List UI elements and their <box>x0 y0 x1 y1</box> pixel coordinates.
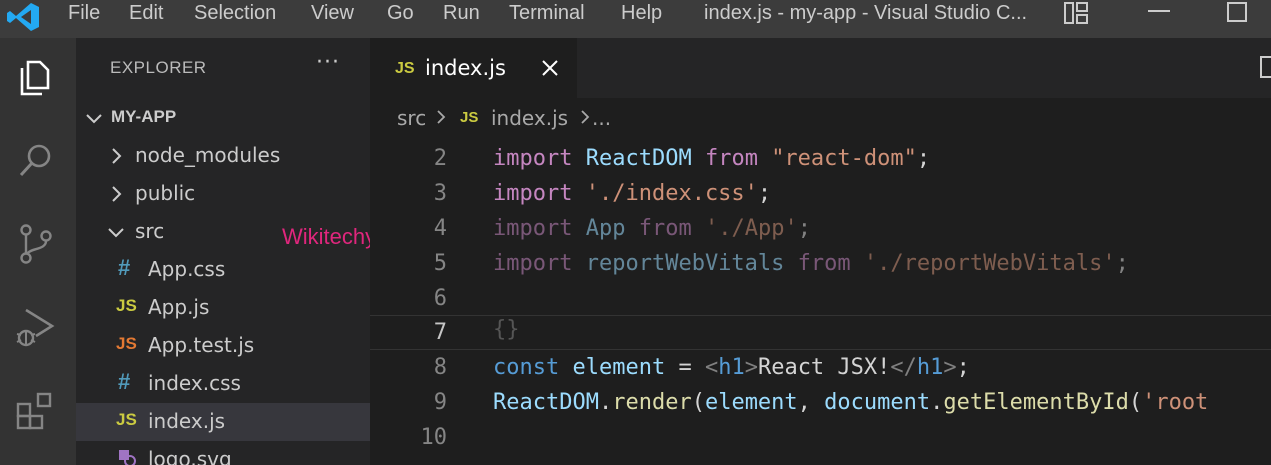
line-number: 4 <box>433 216 447 241</box>
line-number: 9 <box>433 390 447 415</box>
code-line: 3 import './index.css'; <box>370 177 1271 212</box>
js-file-icon: JS <box>395 60 415 77</box>
menu-view[interactable]: View <box>311 0 354 26</box>
tree-item-app-css[interactable]: # App.css <box>76 251 370 289</box>
svg-file-icon <box>119 450 136 465</box>
tree-item-label: src <box>135 219 165 243</box>
close-icon[interactable] <box>540 58 560 78</box>
breadcrumb-folder[interactable]: src <box>397 106 426 130</box>
ghost-brace: {} <box>493 317 520 342</box>
chevron-down-icon <box>108 228 124 238</box>
code-line: 2 import ReactDOM from "react-dom"; <box>370 142 1271 177</box>
extensions-icon[interactable] <box>12 386 60 434</box>
code-editor[interactable]: 2 import ReactDOM from "react-dom"; 3 im… <box>370 136 1271 465</box>
js-file-icon: JS <box>116 410 137 429</box>
tab-label: index.js <box>425 56 506 80</box>
line-code: import ReactDOM from "react-dom"; <box>493 146 931 171</box>
chevron-down-icon <box>86 114 102 124</box>
code-line: 4 import App from './App'; <box>370 212 1271 247</box>
menu-terminal[interactable]: Terminal <box>509 0 585 26</box>
customize-layout-icon[interactable] <box>1063 1 1089 25</box>
line-code: const element = <h1>React JSX!</h1>; <box>493 355 970 380</box>
css-file-icon: # <box>118 255 131 280</box>
vscode-logo-icon <box>7 3 39 31</box>
code-line: 6 <box>370 282 1271 317</box>
menu-help[interactable]: Help <box>621 0 662 26</box>
tree-item-index-css[interactable]: # index.css <box>76 365 370 403</box>
tree-item-index-js[interactable]: JS index.js <box>76 403 370 441</box>
line-number: 8 <box>433 355 447 380</box>
tree-item-label: index.css <box>148 371 241 395</box>
line-number: 6 <box>433 286 447 311</box>
code-line: 8 const element = <h1>React JSX!</h1>; <box>370 351 1271 386</box>
menu-go[interactable]: Go <box>387 0 414 26</box>
menu-run[interactable]: Run <box>443 0 480 26</box>
line-code: ReactDOM.render(element, document.getEle… <box>493 390 1209 415</box>
code-line: 9 ReactDOM.render(element, document.getE… <box>370 386 1271 421</box>
tree-item-node-modules[interactable]: node_modules <box>76 137 370 175</box>
tree-item-label: App.js <box>148 295 210 319</box>
tree-item-label: App.test.js <box>148 333 255 357</box>
line-number: 5 <box>433 251 447 276</box>
chevron-right-icon <box>581 110 590 124</box>
partial-line-1 <box>493 136 745 139</box>
code-line-current: 7 {} <box>370 315 1271 350</box>
tree-root-my-app[interactable]: MY-APP <box>76 99 370 137</box>
window-title: index.js - my-app - Visual Studio C... <box>704 2 1028 24</box>
source-control-icon[interactable] <box>12 220 60 268</box>
more-actions-icon[interactable]: ··· <box>316 50 340 75</box>
explorer-title: EXPLORER <box>110 58 207 77</box>
title-bar: File Edit Selection View Go Run Terminal… <box>0 0 1271 38</box>
js-file-icon: JS <box>116 296 137 315</box>
tab-bar: JS index.js <box>370 38 1271 98</box>
breadcrumb: src JS index.js ... <box>370 98 1271 136</box>
split-editor-icon[interactable] <box>1260 56 1271 78</box>
line-number: 10 <box>420 425 448 450</box>
breadcrumb-ellipsis[interactable]: ... <box>592 106 611 130</box>
chevron-right-icon <box>112 186 122 202</box>
menu-file[interactable]: File <box>68 0 100 26</box>
activity-bar <box>0 38 76 465</box>
tree-item-label: logo.svg <box>148 447 232 465</box>
code-line: 10 <box>370 421 1271 456</box>
explorer-sidebar: EXPLORER ··· MY-APP node_modules public … <box>76 38 376 465</box>
tree-item-label: index.js <box>148 409 226 433</box>
tree-item-label: node_modules <box>135 143 281 167</box>
js-file-icon: JS <box>460 109 479 126</box>
breadcrumb-file[interactable]: index.js <box>491 106 568 130</box>
minimize-icon[interactable] <box>1148 10 1170 12</box>
test-file-icon: JS <box>116 334 137 353</box>
line-code: import reportWebVitals from './reportWeb… <box>493 251 1129 276</box>
root-folder-label: MY-APP <box>111 107 177 126</box>
tree-item-public[interactable]: public <box>76 175 370 213</box>
line-number: 7 <box>433 320 447 345</box>
tree-item-label: public <box>135 181 196 205</box>
watermark-text: Wikitechy <box>282 224 377 249</box>
files-icon[interactable] <box>12 52 60 100</box>
line-number: 2 <box>433 146 447 171</box>
menu-selection[interactable]: Selection <box>194 0 276 26</box>
line-code: import './index.css'; <box>493 181 772 206</box>
tab-index-js[interactable]: JS index.js <box>370 38 577 98</box>
run-debug-icon[interactable] <box>12 304 60 352</box>
css-file-icon: # <box>118 369 131 394</box>
tree-item-app-js[interactable]: JS App.js <box>76 289 370 327</box>
tree-item-label: App.css <box>148 257 226 281</box>
tree-item-app-test-js[interactable]: JS App.test.js <box>76 327 370 365</box>
tree-item-logo-svg[interactable]: logo.svg <box>76 441 370 465</box>
chevron-right-icon <box>112 148 122 164</box>
code-line: 5 import reportWebVitals from './reportW… <box>370 247 1271 282</box>
maximize-icon[interactable] <box>1227 2 1247 22</box>
menu-edit[interactable]: Edit <box>129 0 163 26</box>
line-number: 3 <box>433 181 447 206</box>
chevron-right-icon <box>437 110 446 124</box>
search-icon[interactable] <box>12 136 60 184</box>
line-code: import App from './App'; <box>493 216 811 241</box>
